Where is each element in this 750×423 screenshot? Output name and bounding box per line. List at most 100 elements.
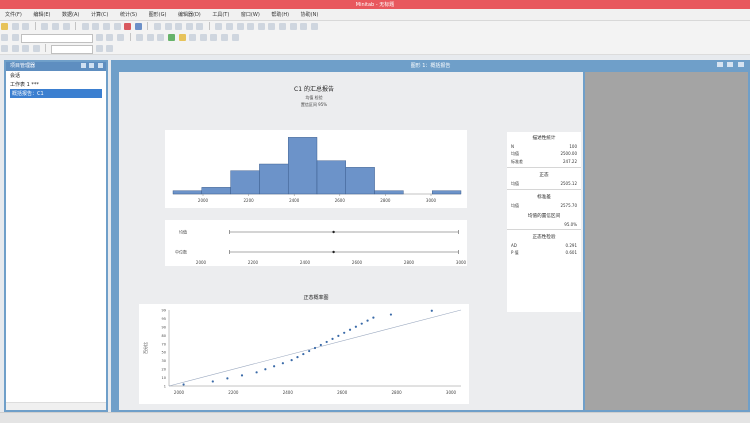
history-icon[interactable] [185, 23, 193, 30]
pointer-icon[interactable] [1, 34, 8, 41]
italic-icon[interactable] [106, 34, 114, 41]
probability-y-tick-label: 80 [162, 334, 166, 338]
histogram-tick-label: 2200 [244, 198, 255, 203]
tree-item-worksheet[interactable]: 工作表 1 *** [6, 80, 106, 89]
maximize-icon[interactable] [727, 62, 734, 67]
probability-point [389, 313, 393, 316]
close-icon[interactable] [98, 63, 103, 68]
menu-tools[interactable]: 工具(T) [207, 9, 234, 20]
bold-icon[interactable] [95, 34, 103, 41]
interval-point [332, 230, 335, 234]
filter-icon[interactable] [268, 23, 276, 30]
menu-file[interactable]: 文件(F) [0, 9, 27, 20]
tree-item-session[interactable]: 会话 [6, 71, 106, 80]
menu-calc[interactable]: 计算(C) [86, 9, 113, 20]
copy-icon[interactable] [51, 23, 59, 30]
stats-row: 均值 2575.70 [507, 202, 581, 210]
stats-section-title: 正态性检验 [532, 235, 556, 240]
stats-label: P 值 [511, 250, 519, 255]
redo-icon[interactable] [92, 23, 100, 30]
zoom-icon[interactable] [300, 23, 308, 30]
table-icon[interactable] [289, 23, 297, 30]
horizontal-scrollbar[interactable] [6, 402, 106, 410]
insert-icon[interactable] [236, 23, 244, 30]
histogram-bar [316, 160, 346, 195]
settings-icon[interactable] [310, 23, 318, 30]
rect-icon[interactable] [146, 34, 154, 41]
project-icon[interactable] [196, 23, 204, 30]
cancel-icon[interactable] [124, 23, 132, 30]
stats-value: 2575.70 [560, 203, 577, 208]
maximize-icon[interactable] [89, 63, 95, 68]
probability-point [290, 359, 293, 362]
nav-last-icon[interactable] [32, 45, 40, 52]
ellipse-icon[interactable] [157, 34, 165, 41]
zoom-in-icon[interactable] [220, 34, 228, 41]
text-icon[interactable] [11, 34, 19, 41]
close-icon[interactable] [738, 62, 744, 67]
interval-tick-label: 3000 [456, 260, 467, 265]
marker-icon[interactable] [189, 34, 197, 41]
minimize-icon[interactable] [80, 63, 86, 68]
stats-value: 2500.00 [560, 151, 577, 156]
fill-icon[interactable] [167, 34, 175, 41]
stats-divider [507, 189, 581, 190]
crosshair-icon[interactable] [210, 34, 218, 41]
delete-icon[interactable] [247, 23, 255, 30]
status-bar [0, 412, 750, 423]
probability-point [281, 362, 284, 365]
probability-point [308, 349, 311, 353]
undo-icon[interactable] [81, 23, 89, 30]
chart-icon[interactable] [279, 23, 287, 30]
project-manager-panel: 项目管理器 会话 工作表 1 *** 概括报告：C1 [4, 60, 108, 412]
nav-prev-icon[interactable] [11, 45, 19, 52]
menu-bar: 文件(F) 编辑(E) 数据(A) 计算(C) 统计(S) 图形(G) 编辑器(… [0, 9, 750, 21]
line-icon[interactable] [136, 34, 144, 41]
row-icon[interactable] [215, 23, 223, 30]
brush-tool-icon[interactable] [199, 34, 207, 41]
stats-label: AD [511, 243, 517, 248]
brush-icon[interactable] [113, 23, 121, 30]
highlight-icon[interactable] [178, 34, 186, 41]
print-icon[interactable] [22, 23, 30, 30]
menu-window[interactable]: 窗口(W) [236, 9, 265, 20]
column-icon[interactable] [226, 23, 234, 30]
interval-tick-label: 2200 [248, 260, 259, 265]
cut-icon[interactable] [41, 23, 49, 30]
stats-row: 均值 2500.00 [507, 150, 581, 158]
window-title: Minitab - 无标题 [355, 2, 395, 8]
tree-item-summary-report[interactable]: 概括报告：C1 [10, 89, 102, 98]
calc-icon[interactable] [95, 45, 103, 52]
menu-assist[interactable]: 协助(N) [296, 9, 324, 20]
probability-point [302, 352, 305, 356]
menu-data[interactable]: 数据(A) [57, 9, 84, 20]
find-icon[interactable] [102, 23, 110, 30]
nav-first-icon[interactable] [1, 45, 8, 52]
font-combo[interactable] [21, 34, 94, 43]
sort-icon[interactable] [257, 23, 265, 30]
nav-next-icon[interactable] [22, 45, 30, 52]
toolbar-separator [208, 22, 210, 30]
graph-icon[interactable] [175, 23, 183, 30]
session-icon[interactable] [153, 23, 161, 30]
menu-help[interactable]: 帮助(H) [266, 9, 294, 20]
underline-icon[interactable] [116, 34, 124, 41]
minimize-icon[interactable] [716, 62, 723, 67]
menu-editor[interactable]: 编辑器(D) [173, 9, 206, 20]
paste-icon[interactable] [62, 23, 70, 30]
column-combo[interactable] [50, 45, 93, 54]
open-icon[interactable] [1, 23, 8, 30]
info-icon[interactable] [134, 23, 142, 30]
probability-y-tick-label: 30 [162, 359, 166, 363]
zoom-out-icon[interactable] [231, 34, 239, 41]
probability-point [372, 316, 375, 319]
formula-icon[interactable] [106, 45, 114, 52]
menu-stat[interactable]: 统计(S) [115, 9, 142, 20]
menu-graph[interactable]: 图形(G) [144, 9, 172, 20]
project-manager-title: 项目管理器 [10, 63, 36, 69]
worksheet-icon[interactable] [164, 23, 172, 30]
probability-x-tick-label: 3000 [446, 390, 457, 395]
menu-edit[interactable]: 编辑(E) [28, 9, 55, 20]
save-icon[interactable] [11, 23, 19, 30]
interval-point [332, 250, 335, 254]
